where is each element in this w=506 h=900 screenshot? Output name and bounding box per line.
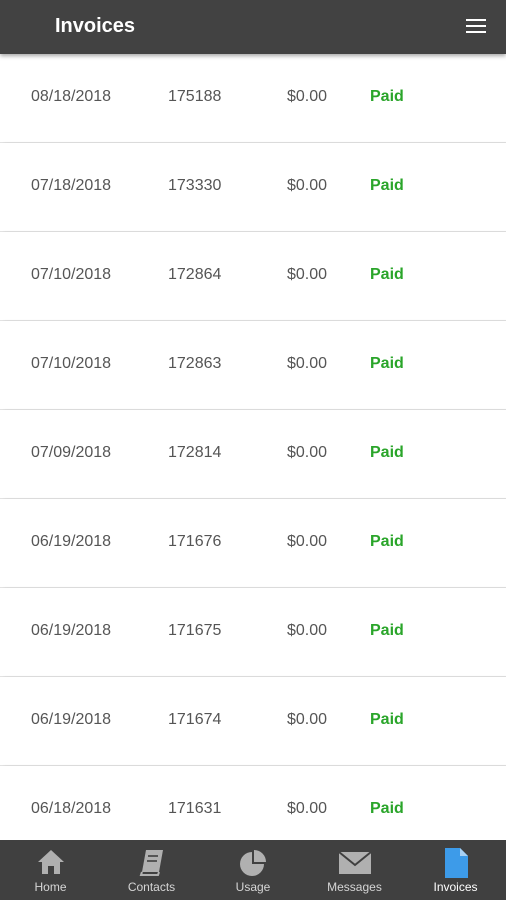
invoice-date: 06/19/2018 [31,622,112,639]
invoice-date: 07/18/2018 [31,177,112,194]
bottom-tab-bar: Home Contacts Usage Messages Invoices [0,840,506,900]
invoice-status: Paid [370,88,404,105]
tab-contacts[interactable]: Contacts [101,840,202,900]
invoice-amount: $0.00 [287,266,328,283]
invoice-number: 172863 [168,355,222,372]
invoice-status: Paid [370,533,404,550]
invoice-status: Paid [370,177,404,194]
app-bar: Invoices [0,0,506,54]
invoice-number: 171674 [168,711,222,728]
page-title: Invoices [55,15,136,37]
tab-invoices[interactable]: Invoices [405,840,506,900]
invoice-row[interactable]: 08/18/2018 175188 $0.00 Paid [0,54,506,143]
contacts-book-icon [137,848,167,881]
invoice-date: 06/18/2018 [31,800,112,817]
tab-label: Home [34,880,67,894]
menu-icon[interactable] [466,19,486,35]
invoice-amount: $0.00 [287,711,328,728]
invoice-amount: $0.00 [287,533,328,550]
invoice-amount: $0.00 [287,88,328,105]
invoice-status: Paid [370,622,404,639]
tab-label: Usage [235,880,271,894]
invoice-date: 07/09/2018 [31,444,112,461]
invoice-amount: $0.00 [287,355,328,372]
invoice-row[interactable]: 06/18/2018 171631 $0.00 Paid [0,766,506,840]
tab-home[interactable]: Home [0,840,101,900]
invoice-date: 08/18/2018 [31,88,112,105]
tab-label: Contacts [127,880,176,894]
invoice-number: 175188 [168,88,222,105]
invoice-date: 07/10/2018 [31,355,112,372]
invoice-row[interactable]: 06/19/2018 171674 $0.00 Paid [0,677,506,766]
pie-chart-icon [238,848,268,881]
invoice-number: 172814 [168,444,222,461]
invoice-status: Paid [370,711,404,728]
tab-usage[interactable]: Usage [202,840,304,900]
envelope-icon [337,848,372,881]
invoice-status: Paid [370,444,404,461]
invoice-row[interactable]: 07/10/2018 172863 $0.00 Paid [0,321,506,410]
invoice-list[interactable]: 08/18/2018 175188 $0.00 Paid 07/18/2018 … [0,54,506,840]
invoice-amount: $0.00 [287,444,328,461]
invoice-amount: $0.00 [287,800,328,817]
invoice-date: 06/19/2018 [31,711,112,728]
invoice-row[interactable]: 07/09/2018 172814 $0.00 Paid [0,410,506,499]
invoice-status: Paid [370,266,404,283]
document-icon [443,848,469,883]
invoice-row[interactable]: 07/18/2018 173330 $0.00 Paid [0,143,506,232]
invoice-status: Paid [370,800,404,817]
invoice-number: 172864 [168,266,222,283]
invoice-number: 171675 [168,622,222,639]
home-icon [36,848,66,881]
invoice-row[interactable]: 06/19/2018 171676 $0.00 Paid [0,499,506,588]
invoice-row[interactable]: 07/10/2018 172864 $0.00 Paid [0,232,506,321]
tab-label: Messages [327,880,382,894]
invoice-number: 173330 [168,177,222,194]
invoice-date: 07/10/2018 [31,266,112,283]
invoice-number: 171676 [168,533,222,550]
invoice-status: Paid [370,355,404,372]
invoice-amount: $0.00 [287,177,328,194]
invoice-amount: $0.00 [287,622,328,639]
tab-messages[interactable]: Messages [304,840,405,900]
invoice-date: 06/19/2018 [31,533,112,550]
tab-label: Invoices [433,880,478,894]
invoice-number: 171631 [168,800,222,817]
invoice-row[interactable]: 06/19/2018 171675 $0.00 Paid [0,588,506,677]
